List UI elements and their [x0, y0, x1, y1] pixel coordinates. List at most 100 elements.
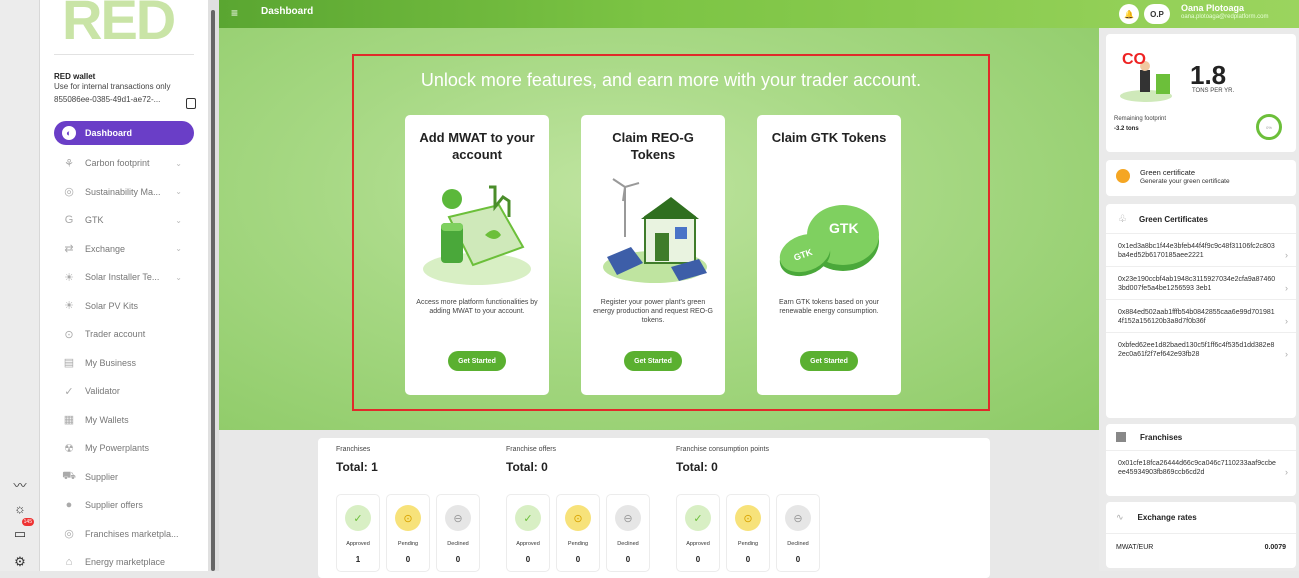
notification-bell-icon[interactable]: 🔔	[1119, 4, 1139, 24]
certificate-hash: 0x884ed502aab1fffb54b0842855caa6e99d7019…	[1118, 309, 1275, 325]
remaining-label: Remaining footprint	[1114, 116, 1167, 122]
status-box-declined[interactable]: ⊖ Declined 0	[606, 494, 650, 572]
status-box-declined[interactable]: ⊖ Declined 0	[776, 494, 820, 572]
supplier-icon: ⛟	[62, 469, 76, 482]
card-description: Access more platform functionalities by …	[416, 299, 538, 315]
sidebar-item-solar-installer-te[interactable]: ☀ Solar Installer Te... ⌄	[54, 263, 194, 292]
status-label: Declined	[787, 541, 809, 547]
franchise-row[interactable]: 0x01cfe18fca26444d66c9ca046c7110233aaf9c…	[1106, 450, 1296, 483]
sidebar-item-gtk[interactable]: G GTK ⌄	[54, 206, 194, 235]
gear-icon[interactable]: ⚙	[10, 552, 30, 572]
sidebar-item-my-powerplants[interactable]: ☢ My Powerplants	[54, 434, 194, 463]
status-count: 0	[745, 555, 751, 564]
pending-icon: ⊙	[735, 505, 761, 531]
certificate-row[interactable]: 0xbfed62ee1d82baed130c5f1ff6c4f535d1dd38…	[1106, 332, 1296, 365]
chevron-right-icon: ›	[1285, 467, 1288, 477]
status-box-declined[interactable]: ⊖ Declined 0	[436, 494, 480, 572]
status-box-approved[interactable]: ✓ Approved 0	[506, 494, 550, 572]
status-label: Declined	[447, 541, 469, 547]
avatar[interactable]: O.P	[1144, 4, 1170, 24]
franchises-header: Franchises	[1106, 424, 1296, 450]
status-label: Approved	[686, 541, 710, 547]
powerplant-icon: ☢	[64, 442, 74, 455]
certificate-row[interactable]: 0x884ed502aab1fffb54b0842855caa6e99d7019…	[1106, 299, 1296, 332]
stat-total: Total: 0	[676, 460, 718, 474]
status-count: 0	[625, 555, 631, 564]
scrollbar[interactable]	[208, 0, 219, 571]
franchises-title: Franchises	[1140, 432, 1183, 442]
sidebar-item-sustainability-ma[interactable]: ◎ Sustainability Ma... ⌄	[54, 178, 194, 207]
chevron-right-icon: ›	[1285, 250, 1288, 260]
svg-text:CO: CO	[1122, 51, 1146, 68]
wallet-icon: ▦	[63, 414, 75, 427]
business-icon: ▤	[63, 357, 75, 370]
footprint-card: CO 1.8 TONS PER YR. Remaining footprint …	[1106, 34, 1296, 152]
sustainability-icon: ◎	[64, 186, 74, 199]
sidebar-item-supplier[interactable]: ⛟ Supplier	[54, 463, 194, 492]
chart-line-icon[interactable]: 〰	[10, 474, 30, 494]
sidebar-item-trader-account[interactable]: ⊙ Trader account	[54, 320, 194, 349]
validator-icon: ✓	[64, 385, 74, 398]
certificate-row[interactable]: 0x23e190ccbf4ab1948c3115927034e2cfa9a874…	[1106, 266, 1296, 299]
sidebar-item-label: Validator	[85, 386, 120, 397]
sidebar-item-supplier-offers[interactable]: ● Supplier offers	[54, 491, 194, 520]
status-count: 0	[795, 555, 801, 564]
stat-label: Franchise offers	[506, 446, 557, 453]
exchange-rates-card: ∿ Exchange rates MWAT/EUR 0.0079	[1106, 502, 1296, 568]
gtk-coins-illustration: GTK GTK	[779, 205, 879, 277]
stat-label: Franchise consumption points	[676, 446, 769, 453]
stat-total: Total: 0	[506, 460, 548, 474]
chevron-right-icon: ›	[1285, 349, 1288, 359]
status-label: Pending	[737, 541, 759, 547]
brand-logo[interactable]: RED	[62, 0, 176, 48]
status-count: 1	[355, 555, 361, 564]
chat-icon[interactable]: ▭ 145	[10, 518, 34, 544]
get-started-button[interactable]: Get Started	[624, 351, 682, 371]
status-box-pending[interactable]: ⊙ Pending 0	[556, 494, 600, 572]
pulse-icon: ∿	[1116, 512, 1124, 522]
sidebar-item-exchange[interactable]: ⇄ Exchange ⌄	[54, 235, 194, 264]
status-box-approved[interactable]: ✓ Approved 1	[336, 494, 380, 572]
exchange-title: Exchange rates	[1137, 513, 1197, 522]
wallet-title: RED wallet	[54, 72, 96, 81]
sidebar-item-my-wallets[interactable]: ▦ My Wallets	[54, 406, 194, 435]
get-started-button[interactable]: Get Started	[448, 351, 506, 371]
declined-icon: ⊖	[615, 505, 641, 531]
sidebar-item-label: Dashboard	[85, 128, 133, 138]
chevron-down-icon: ⌄	[175, 244, 182, 254]
sidebar-item-solar-pv-kits[interactable]: ☀ Solar PV Kits	[54, 292, 194, 321]
status-box-pending[interactable]: ⊙ Pending 0	[726, 494, 770, 572]
status-count: 0	[455, 555, 461, 564]
stat-label: Franchises	[336, 446, 371, 453]
green-certificate-card[interactable]: Green certificate Generate your green ce…	[1106, 160, 1296, 196]
sun-icon[interactable]: ☼	[10, 498, 30, 518]
sidebar-item-dashboard[interactable]: ◐ Dashboard	[54, 121, 194, 145]
sidebar-item-energy-marketplace[interactable]: ⌂ Energy marketplace	[54, 548, 194, 577]
status-box-pending[interactable]: ⊙ Pending 0	[386, 494, 430, 572]
hamburger-icon[interactable]: ≡	[231, 6, 238, 20]
chevron-right-icon: ›	[1285, 283, 1288, 293]
sidebar-item-carbon-footprint[interactable]: ⚘ Carbon footprint ⌄	[54, 149, 194, 178]
card-description: Register your power plant's green energy…	[593, 299, 713, 324]
trader-icon: ⊙	[64, 328, 74, 341]
sidebar-item-franchises-marketpla[interactable]: ◎ Franchises marketpla...	[54, 520, 194, 549]
card-claim-reog: Claim REO-G Tokens Register your power p…	[581, 115, 725, 395]
user-name: Oana Plotoaga	[1181, 3, 1245, 13]
certificate-row[interactable]: 0x1ed3a8bc1f44e3bfeb44f4f9c9c48f31106fc2…	[1106, 233, 1296, 266]
green-certificates-list: ♧ Green Certificates 0x1ed3a8bc1f44e3bfe…	[1106, 204, 1296, 418]
sidebar-item-my-business[interactable]: ▤ My Business	[54, 349, 194, 378]
approved-icon: ✓	[515, 505, 541, 531]
chevron-down-icon: ⌄	[175, 272, 182, 282]
chevron-down-icon: ⌄	[175, 215, 182, 225]
stat-group: Franchises Total: 1	[336, 446, 506, 474]
get-started-button[interactable]: Get Started	[800, 351, 858, 371]
status-label: Approved	[346, 541, 370, 547]
award-icon	[1116, 169, 1130, 183]
copy-icon[interactable]	[186, 98, 196, 109]
status-box-approved[interactable]: ✓ Approved 0	[676, 494, 720, 572]
wallet-card: RED wallet Use for internal transactions…	[54, 54, 196, 109]
sidebar-item-label: Supplier offers	[85, 500, 143, 511]
pending-icon: ⊙	[565, 505, 591, 531]
scrollbar-thumb[interactable]	[211, 10, 215, 571]
sidebar-item-validator[interactable]: ✓ Validator	[54, 377, 194, 406]
